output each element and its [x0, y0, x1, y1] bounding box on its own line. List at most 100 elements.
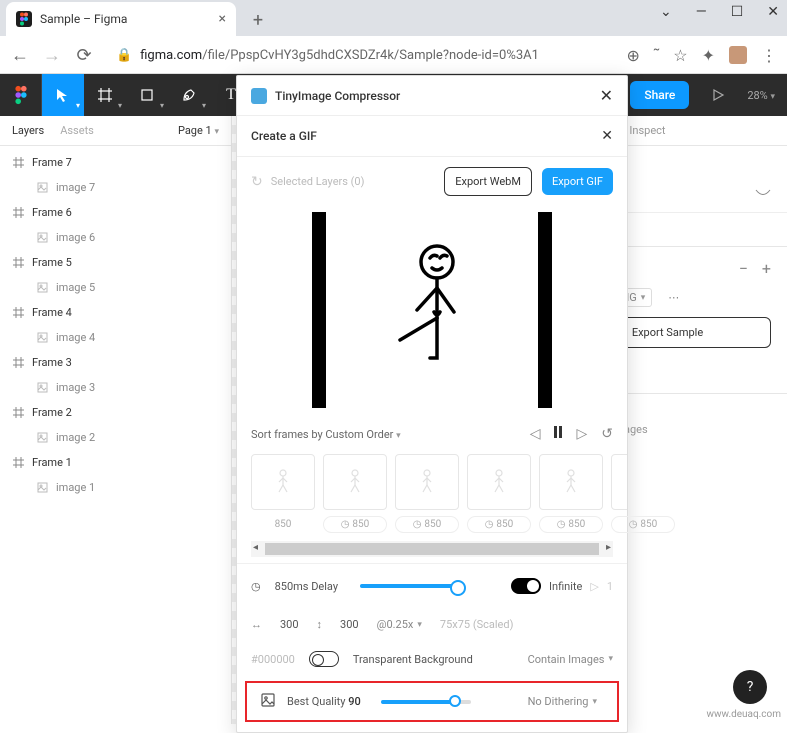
image-icon — [36, 382, 48, 394]
address-bar[interactable]: 🔒 figma.com/file/PpspCvHY3g5dhdCXSDZr4k/… — [106, 40, 615, 70]
eye-icon[interactable] — [755, 189, 771, 202]
image-icon — [36, 332, 48, 344]
height-input[interactable]: 300 — [340, 618, 359, 631]
frame-icon — [12, 407, 24, 419]
frame-scrollbar[interactable]: ◂ ▸ — [251, 541, 613, 557]
frame-thumb[interactable] — [611, 454, 627, 510]
window-close-icon[interactable]: ✕ — [767, 4, 779, 20]
prev-frame-icon[interactable]: ◁ — [530, 426, 541, 442]
nav-reload-icon[interactable]: ⟳ — [74, 45, 94, 66]
thumb-duration[interactable]: ◷ 850 — [539, 516, 603, 533]
layer-frame[interactable]: Frame 5 — [0, 250, 231, 275]
frame-tool[interactable]: ▾ — [84, 74, 126, 116]
transparent-toggle[interactable] — [309, 651, 339, 667]
layer-frame[interactable]: Frame 4 — [0, 300, 231, 325]
frame-thumb[interactable] — [251, 454, 315, 510]
layer-frame[interactable]: Frame 7 — [0, 150, 231, 175]
contain-select[interactable]: Contain Images ▾ — [528, 653, 613, 666]
share-button[interactable]: Share — [630, 81, 689, 109]
bg-color-input[interactable]: #000000 — [251, 653, 295, 666]
zoom-icon[interactable]: ⊕ — [627, 46, 640, 65]
nav-forward-icon: → — [42, 45, 62, 66]
layer-image[interactable]: image 6 — [0, 225, 231, 250]
tab-layers[interactable]: Layers — [12, 124, 44, 137]
pen-tool[interactable]: ▾ — [168, 74, 210, 116]
frame-icon — [12, 357, 24, 369]
extensions-icon[interactable]: ✦ — [702, 46, 715, 65]
shape-tool[interactable]: ▾ — [126, 74, 168, 116]
tab-inspect[interactable]: Inspect — [629, 124, 665, 137]
thumb-duration[interactable]: ◷ 850 — [323, 516, 387, 533]
sort-label[interactable]: Sort frames by Custom Order ▾ — [251, 428, 401, 441]
profile-avatar[interactable] — [729, 46, 747, 64]
layer-image[interactable]: image 2 — [0, 425, 231, 450]
tab-assets[interactable]: Assets — [60, 124, 94, 137]
frame-icon — [12, 257, 24, 269]
modal-subtitle: Create a GIF — [251, 129, 601, 143]
thumb-duration[interactable]: ◷ 850 — [395, 516, 459, 533]
thumb-duration[interactable]: ◷ 850 — [467, 516, 531, 533]
chevron-down-icon[interactable]: ⌄ — [660, 4, 672, 20]
figma-menu[interactable]: ▾ — [0, 74, 42, 116]
figma-favicon — [16, 11, 32, 27]
thumb-duration[interactable]: ◷ 850 — [611, 516, 675, 533]
reload-icon[interactable]: ↻ — [251, 174, 263, 190]
help-button[interactable]: ? — [733, 670, 767, 704]
panel-close-icon[interactable]: ✕ — [601, 128, 613, 144]
url-text: figma.com/file/PpspCvHY3g5dhdCXSDZr4k/Sa… — [140, 48, 539, 63]
layer-image[interactable]: image 1 — [0, 475, 231, 500]
layer-frame[interactable]: Frame 2 — [0, 400, 231, 425]
lock-icon: 🔒 — [116, 48, 132, 63]
export-webm-button[interactable]: Export WebM — [444, 167, 532, 196]
reset-icon[interactable]: ↺ — [601, 426, 613, 442]
layer-image[interactable]: image 3 — [0, 375, 231, 400]
present-icon[interactable] — [697, 74, 739, 116]
frame-thumb[interactable] — [323, 454, 387, 510]
window-maximize-icon[interactable]: ☐ — [731, 4, 744, 20]
new-tab-button[interactable]: + — [244, 6, 272, 34]
move-tool[interactable]: ▾ — [42, 74, 84, 116]
infinite-toggle[interactable] — [511, 578, 541, 594]
remove-icon[interactable]: − — [739, 259, 748, 278]
width-input[interactable]: 300 — [280, 618, 299, 631]
next-frame-icon[interactable]: ▷ — [576, 426, 587, 442]
image-icon — [36, 182, 48, 194]
quality-label: Best Quality 90 — [287, 695, 361, 708]
browser-tab[interactable]: Sample – Figma × — [6, 2, 236, 36]
image-icon — [36, 232, 48, 244]
nav-back-icon[interactable]: ← — [10, 45, 30, 66]
scale-select[interactable]: @0.25x ▾ — [377, 618, 422, 631]
layer-image[interactable]: image 5 — [0, 275, 231, 300]
timer-icon: ◷ — [251, 580, 261, 593]
modal-close-icon[interactable]: ✕ — [600, 86, 613, 105]
frame-thumb[interactable] — [539, 454, 603, 510]
tab-close-icon[interactable]: × — [219, 11, 226, 27]
layer-frame[interactable]: Frame 3 — [0, 350, 231, 375]
scaled-label: 75x75 (Scaled) — [440, 618, 514, 631]
selected-layers-label: Selected Layers (0) — [271, 175, 365, 188]
dither-select[interactable]: No Dithering ▾ — [528, 695, 597, 708]
layers-panel: Layers Assets Page 1 ▾ Frame 7image 7Fra… — [0, 116, 232, 724]
layer-frame[interactable]: Frame 6 — [0, 200, 231, 225]
window-minimize-icon[interactable]: — — [696, 4, 707, 20]
more-icon[interactable]: ⋯ — [668, 291, 679, 304]
share-icon[interactable]: ῀ — [654, 45, 659, 65]
pause-icon[interactable] — [554, 426, 562, 442]
delay-label: 850ms Delay — [275, 580, 338, 593]
image-icon — [36, 482, 48, 494]
zoom-level[interactable]: 28% ▾ — [747, 89, 775, 102]
page-selector[interactable]: Page 1 ▾ — [178, 124, 219, 137]
quality-slider[interactable] — [381, 700, 471, 704]
tab-title: Sample – Figma — [40, 12, 219, 26]
kebab-menu-icon[interactable]: ⋮ — [761, 46, 777, 65]
layer-image[interactable]: image 4 — [0, 325, 231, 350]
frame-thumb[interactable] — [395, 454, 459, 510]
layer-image[interactable]: image 7 — [0, 175, 231, 200]
export-gif-button[interactable]: Export GIF — [542, 168, 613, 195]
modal-title: TinyImage Compressor — [275, 89, 592, 103]
add-icon[interactable]: + — [762, 259, 771, 278]
delay-slider[interactable] — [360, 584, 460, 588]
frame-thumb[interactable] — [467, 454, 531, 510]
layer-frame[interactable]: Frame 1 — [0, 450, 231, 475]
bookmark-icon[interactable]: ☆ — [673, 46, 687, 65]
